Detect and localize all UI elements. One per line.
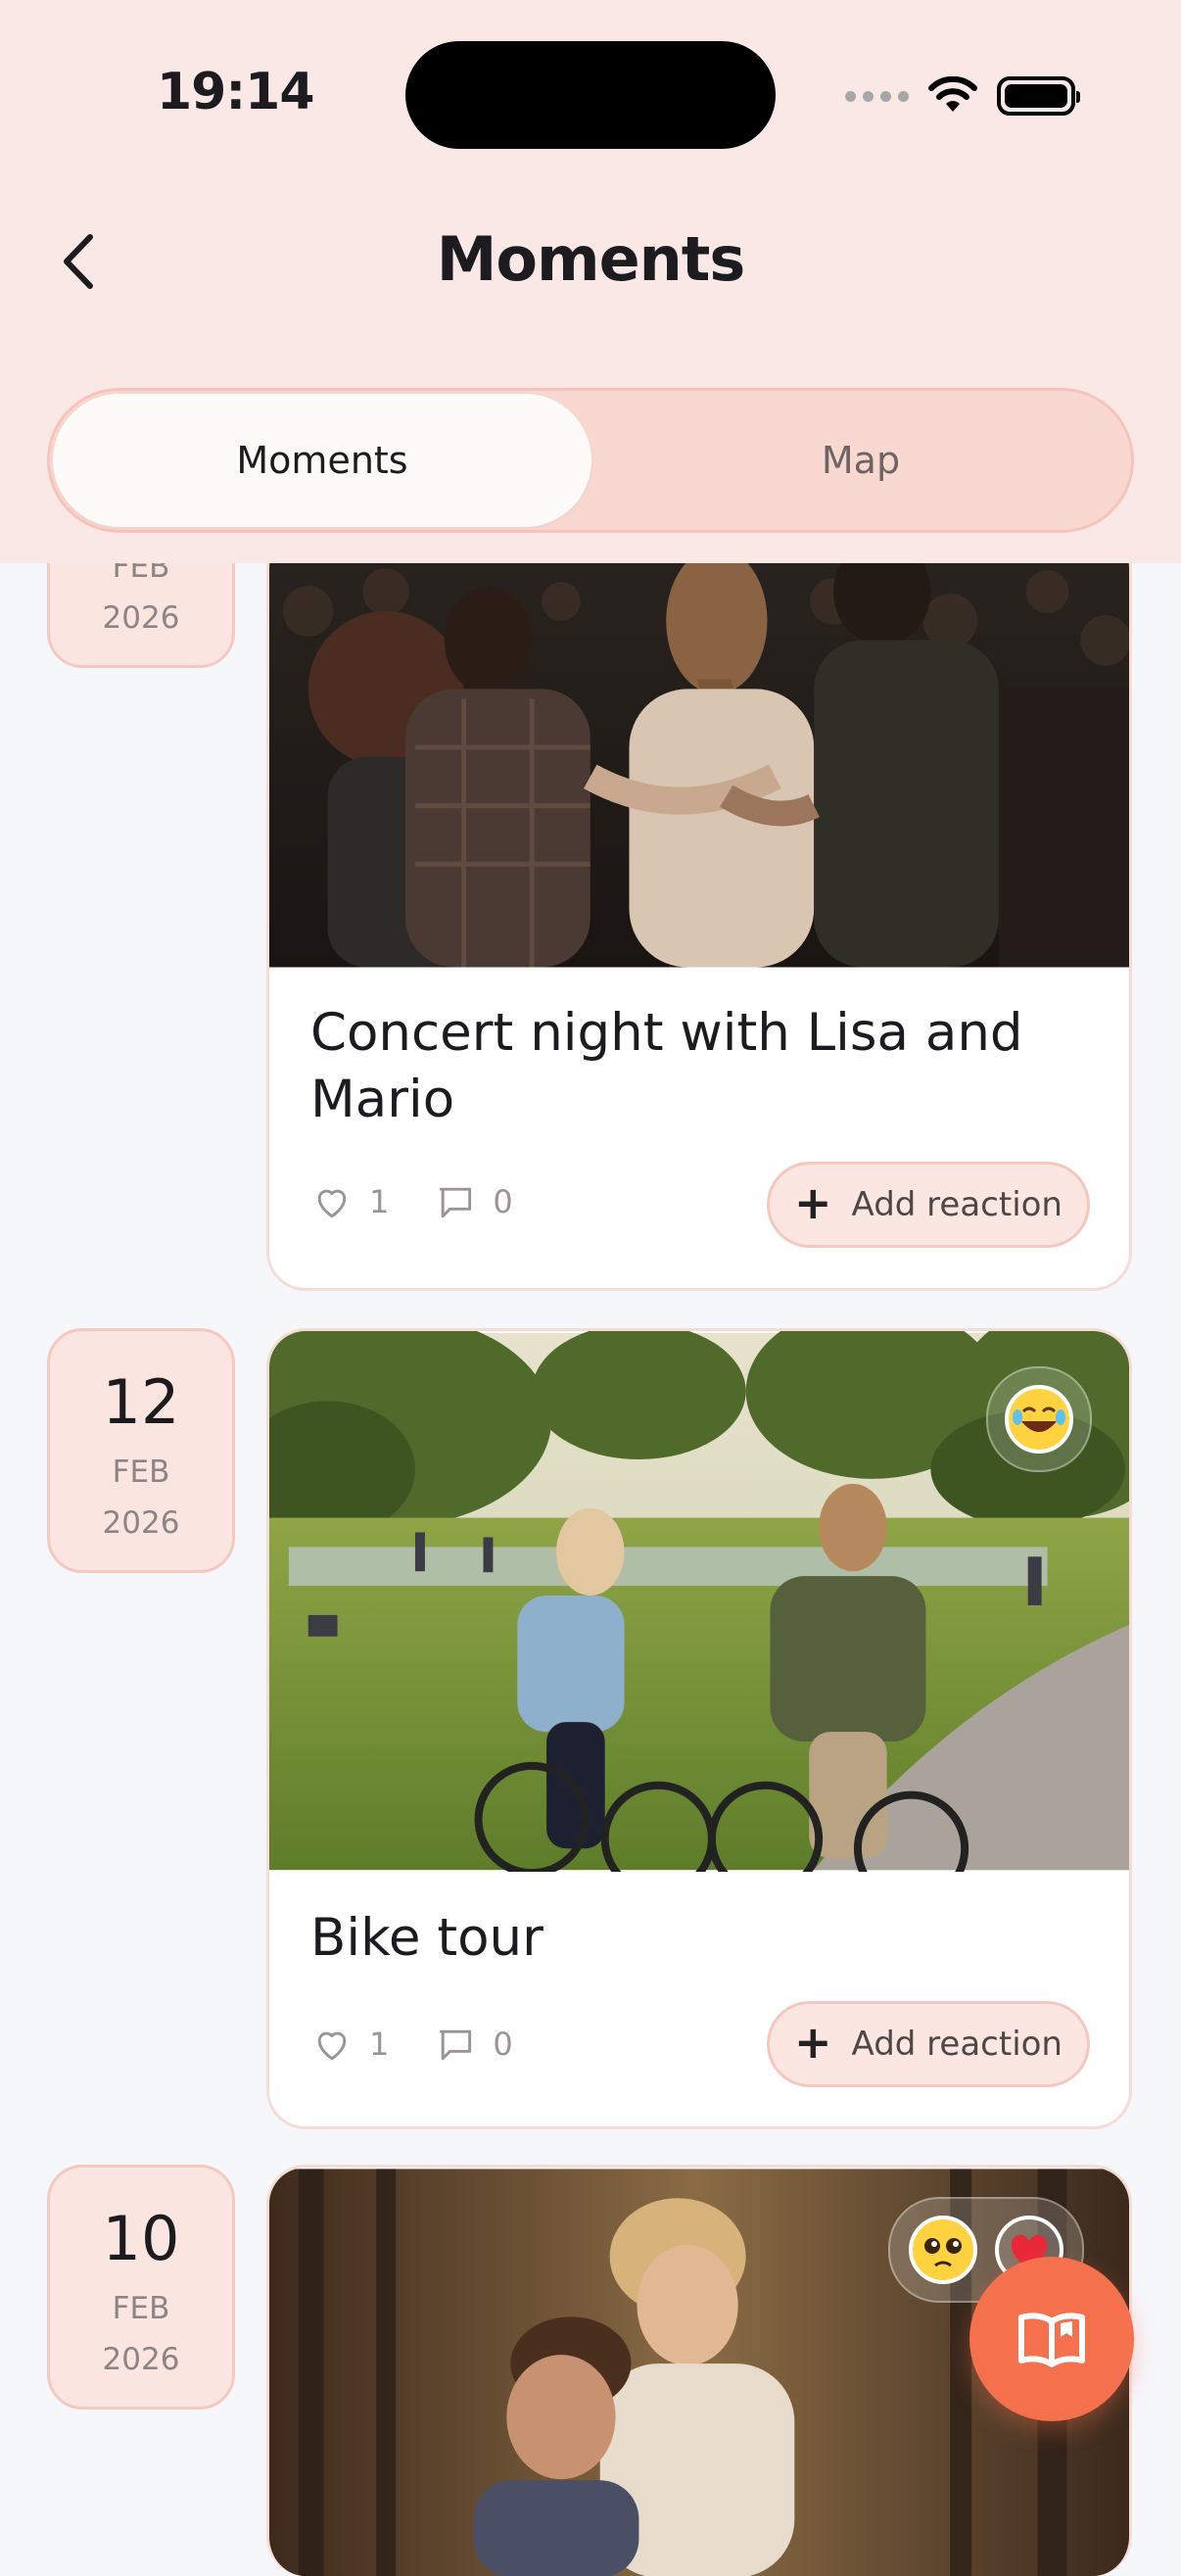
wifi-icon bbox=[928, 76, 977, 112]
date-month: FEB bbox=[112, 2291, 170, 2326]
likes-count: 1 bbox=[369, 1183, 390, 1220]
laughing-emoji-icon bbox=[1005, 1385, 1073, 1454]
journal-fab-button[interactable] bbox=[969, 2257, 1134, 2421]
comments-count: 0 bbox=[493, 1183, 513, 1220]
add-reaction-button[interactable]: + Add reaction bbox=[767, 1162, 1090, 1248]
view-switcher: Moments Map bbox=[47, 388, 1134, 533]
comment-icon[interactable] bbox=[434, 1180, 477, 1223]
heart-icon[interactable] bbox=[310, 2023, 354, 2066]
add-reaction-label: Add reaction bbox=[851, 2025, 1063, 2064]
moment-stats: 1 0 bbox=[310, 1180, 513, 1223]
tab-map[interactable]: Map bbox=[591, 394, 1130, 527]
heart-icon[interactable] bbox=[310, 1180, 354, 1223]
moment-card[interactable]: Concert night with Lisa and Mario 1 0 + … bbox=[266, 529, 1132, 1291]
add-reaction-label: Add reaction bbox=[851, 1185, 1063, 1224]
likes-count: 1 bbox=[369, 2026, 390, 2063]
date-badge: 10 FEB 2026 bbox=[47, 2165, 235, 2409]
moment-card[interactable]: Bike tour 1 0 + Add reaction bbox=[266, 1328, 1132, 2129]
concert-crowd-photo bbox=[269, 533, 1129, 968]
page-title: Moments bbox=[436, 223, 746, 295]
cellular-signal-icon bbox=[845, 90, 909, 102]
date-badge: 12 FEB 2026 bbox=[47, 1328, 235, 1573]
app-header: 19:14 Moments Moments Map bbox=[0, 0, 1181, 563]
date-day: 10 bbox=[102, 2203, 180, 2274]
moment-stats: 1 0 bbox=[310, 2023, 513, 2066]
date-day: 12 bbox=[102, 1366, 180, 1438]
reaction-emoji[interactable] bbox=[986, 1366, 1092, 1472]
tab-moments[interactable]: Moments bbox=[53, 394, 591, 527]
moment-title: Bike tour bbox=[310, 1908, 543, 1968]
moment-title: Concert night with Lisa and Mario bbox=[310, 1003, 1023, 1129]
pleading-emoji-icon bbox=[909, 2216, 977, 2284]
date-year: 2026 bbox=[102, 2342, 180, 2377]
battery-icon bbox=[997, 76, 1080, 116]
status-indicators bbox=[845, 67, 1080, 125]
dynamic-island bbox=[405, 41, 776, 149]
comments-count: 0 bbox=[493, 2026, 513, 2063]
add-reaction-button[interactable]: + Add reaction bbox=[767, 2001, 1090, 2087]
open-book-icon bbox=[1018, 2313, 1085, 2367]
date-month: FEB bbox=[112, 1455, 170, 1490]
date-year: 2026 bbox=[102, 600, 180, 636]
status-time: 19:14 bbox=[157, 63, 315, 121]
comment-icon[interactable] bbox=[434, 2023, 477, 2066]
plus-icon: + bbox=[794, 2016, 832, 2069]
date-year: 2026 bbox=[102, 1505, 180, 1541]
plus-icon: + bbox=[794, 1176, 832, 1229]
